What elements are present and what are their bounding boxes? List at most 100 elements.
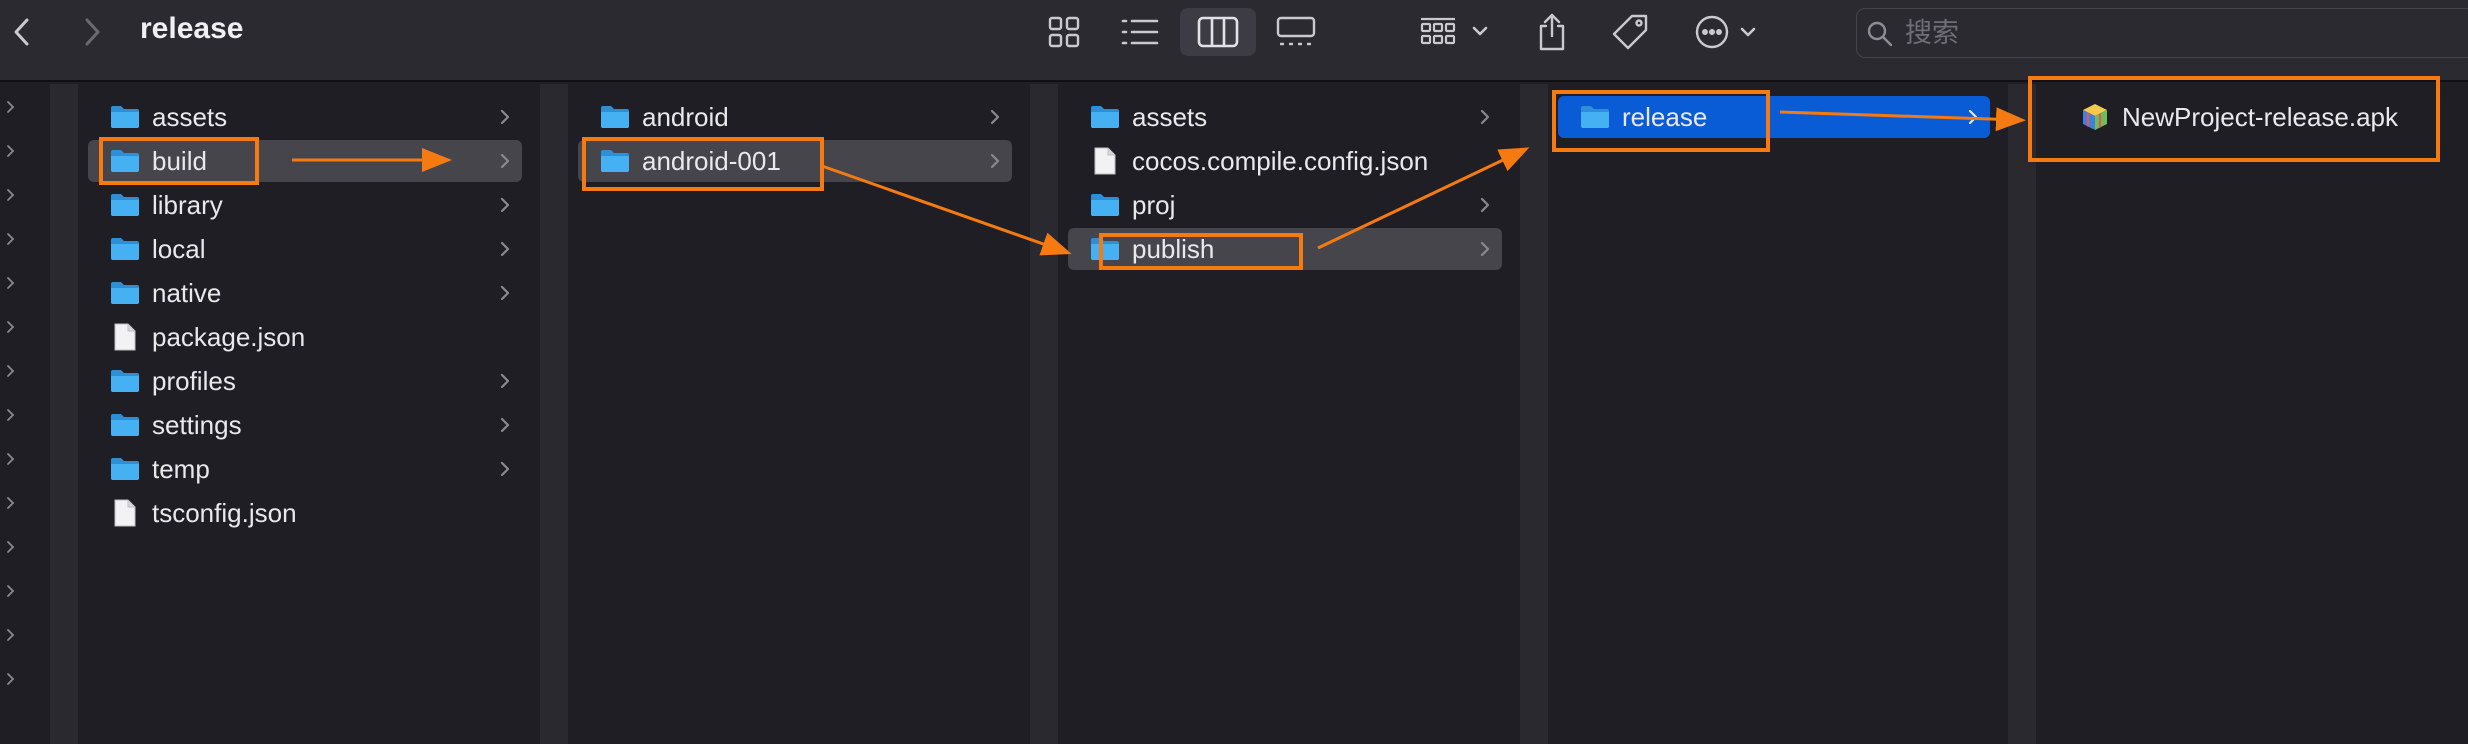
search-icon (1867, 21, 1893, 47)
column-2: android android-001 (568, 84, 1030, 744)
item-label: cocos.compile.config.json (1132, 145, 1429, 176)
list-item[interactable]: library (88, 184, 522, 226)
item-label: tsconfig.json (152, 497, 297, 528)
item-label: assets (152, 101, 228, 132)
item-label: library (152, 189, 223, 220)
disclosure-chevron-icon[interactable] (6, 142, 16, 165)
item-label: package.json (152, 321, 306, 352)
list-item[interactable]: release (1558, 96, 1990, 138)
item-label: publish (1132, 233, 1215, 264)
chevron-right-icon (498, 459, 512, 484)
search-field[interactable] (1856, 8, 2468, 58)
forward-button[interactable] (72, 10, 112, 54)
list-item[interactable]: android-001 (578, 140, 1012, 182)
column-divider[interactable] (540, 84, 568, 744)
item-label: temp (152, 453, 210, 484)
list-item[interactable]: assets (1068, 96, 1502, 138)
column-divider[interactable] (50, 84, 78, 744)
chevron-right-icon (988, 107, 1002, 132)
list-item[interactable]: NewProject-release.apk (2046, 96, 2450, 138)
item-label: native (152, 277, 222, 308)
item-label: release (1622, 101, 1708, 132)
disclosure-chevron-icon[interactable] (6, 582, 16, 605)
grid-view-button[interactable] (1036, 8, 1092, 56)
disclosure-chevron-icon[interactable] (6, 538, 16, 561)
list-item[interactable]: android (578, 96, 1012, 138)
disclosure-chevron-icon[interactable] (6, 186, 16, 209)
folder-icon (108, 367, 142, 395)
item-label: build (152, 145, 207, 176)
document-icon (108, 323, 142, 351)
window-title: release (140, 12, 244, 45)
chevron-right-icon (498, 371, 512, 396)
list-view-icon (1121, 19, 1159, 45)
item-label: android-001 (642, 145, 781, 176)
column-1: assets build library local native package.jso… (78, 84, 540, 744)
chevron-right-icon (1966, 107, 1980, 132)
list-item[interactable]: publish (1068, 228, 1502, 270)
chevron-right-icon (498, 415, 512, 440)
disclosure-chevron-icon[interactable] (6, 626, 16, 649)
chevron-right-icon (1478, 107, 1492, 132)
list-item[interactable]: package.json (88, 316, 522, 358)
column-view-icon (1197, 16, 1239, 48)
list-item[interactable]: tsconfig.json (88, 492, 522, 534)
chevron-right-icon (498, 239, 512, 264)
list-item[interactable]: cocos.compile.config.json (1068, 140, 1502, 182)
disclosure-chevron-icon[interactable] (6, 98, 16, 121)
disclosure-chevron-icon[interactable] (6, 406, 16, 429)
chevron-right-icon (498, 283, 512, 308)
list-item[interactable]: build (88, 140, 522, 182)
disclosure-chevron-icon[interactable] (6, 318, 16, 341)
item-label: local (152, 233, 206, 264)
grid-view-icon (1048, 16, 1080, 48)
column-divider[interactable] (1520, 84, 1548, 744)
disclosure-chevron-icon[interactable] (6, 362, 16, 385)
search-input[interactable] (1905, 15, 2445, 51)
folder-icon (108, 411, 142, 439)
group-button[interactable] (1418, 8, 1494, 56)
folder-icon (108, 279, 142, 307)
list-item[interactable]: assets (88, 96, 522, 138)
gallery-view-icon (1276, 16, 1316, 46)
list-item[interactable]: profiles (88, 360, 522, 402)
disclosure-chevron-icon[interactable] (6, 450, 16, 473)
column-divider[interactable] (1030, 84, 1058, 744)
list-item[interactable]: native (88, 272, 522, 314)
list-item[interactable]: temp (88, 448, 522, 490)
column-divider[interactable] (2008, 84, 2036, 744)
share-button[interactable] (1530, 8, 1574, 56)
gallery-view-button[interactable] (1268, 8, 1324, 56)
item-label: android (642, 101, 729, 132)
chevron-right-icon (498, 107, 512, 132)
more-icon (1695, 15, 1756, 49)
list-item[interactable]: proj (1068, 184, 1502, 226)
folder-icon (598, 103, 632, 131)
column-5: NewProject-release.apk (2036, 84, 2468, 744)
more-button[interactable] (1694, 8, 1764, 56)
back-button[interactable] (2, 10, 42, 54)
list-item[interactable]: local (88, 228, 522, 270)
document-icon (108, 499, 142, 527)
chevron-left-icon (14, 18, 29, 46)
group-icon (1420, 17, 1488, 45)
folder-icon (1088, 191, 1122, 219)
chevron-right-icon (498, 151, 512, 176)
list-item[interactable]: settings (88, 404, 522, 446)
disclosure-chevron-icon[interactable] (6, 230, 16, 253)
folder-icon (1578, 103, 1612, 131)
item-label: profiles (152, 365, 236, 396)
column-3: assets cocos.compile.config.json proj publi… (1058, 84, 1520, 744)
disclosure-chevron-icon[interactable] (6, 494, 16, 517)
disclosure-chevron-icon[interactable] (6, 274, 16, 297)
folder-icon (108, 455, 142, 483)
sidebar-gutter (0, 84, 50, 744)
disclosure-chevron-icon[interactable] (6, 670, 16, 693)
item-label: assets (1132, 101, 1208, 132)
share-icon (1539, 13, 1565, 51)
column-view-button[interactable] (1180, 8, 1256, 56)
list-view-button[interactable] (1110, 8, 1170, 56)
folder-icon (108, 191, 142, 219)
tag-button[interactable] (1606, 8, 1654, 56)
item-label: proj (1132, 189, 1176, 220)
